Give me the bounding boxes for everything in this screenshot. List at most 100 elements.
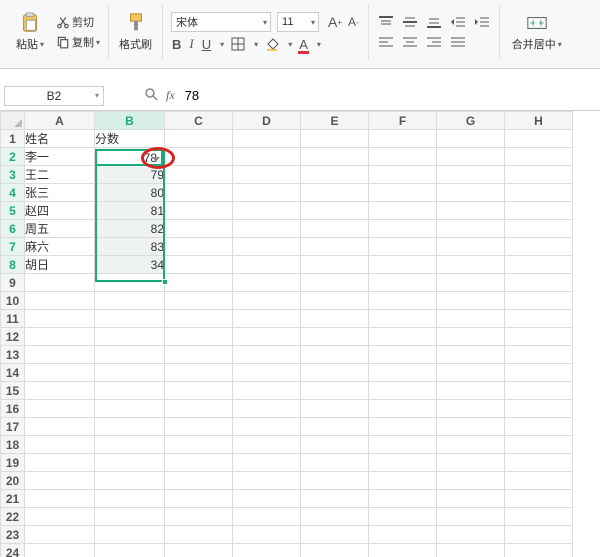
cell-H18[interactable]	[505, 436, 573, 454]
cell-E16[interactable]	[301, 400, 369, 418]
cell-C15[interactable]	[165, 382, 233, 400]
cell-E9[interactable]	[301, 274, 369, 292]
row-header-12[interactable]: 12	[1, 328, 25, 346]
cell-E1[interactable]	[301, 130, 369, 148]
cell-E8[interactable]	[301, 256, 369, 274]
row-header-4[interactable]: 4	[1, 184, 25, 202]
cell-G4[interactable]	[437, 184, 505, 202]
col-header-B[interactable]: B	[95, 112, 165, 130]
cell-E11[interactable]	[301, 310, 369, 328]
cell-A9[interactable]	[25, 274, 95, 292]
cell-A1[interactable]: 姓名	[25, 130, 95, 148]
format-painter-button[interactable]: 格式刷	[115, 10, 156, 54]
cell-H20[interactable]	[505, 472, 573, 490]
cell-E23[interactable]	[301, 526, 369, 544]
cell-H7[interactable]	[505, 238, 573, 256]
cell-E20[interactable]	[301, 472, 369, 490]
cell-H13[interactable]	[505, 346, 573, 364]
cell-E2[interactable]	[301, 148, 369, 166]
cell-E14[interactable]	[301, 364, 369, 382]
cell-C22[interactable]	[165, 508, 233, 526]
cell-F20[interactable]	[369, 472, 437, 490]
cell-E5[interactable]	[301, 202, 369, 220]
row-header-14[interactable]: 14	[1, 364, 25, 382]
cell-B12[interactable]	[95, 328, 165, 346]
font-size-select[interactable]: 11	[277, 12, 319, 32]
row-header-16[interactable]: 16	[1, 400, 25, 418]
cell-C9[interactable]	[165, 274, 233, 292]
cell-A23[interactable]	[25, 526, 95, 544]
align-left-button[interactable]	[377, 34, 395, 50]
cell-H14[interactable]	[505, 364, 573, 382]
cell-E13[interactable]	[301, 346, 369, 364]
cell-A7[interactable]: 麻六	[25, 238, 95, 256]
cell-H6[interactable]	[505, 220, 573, 238]
cell-B10[interactable]	[95, 292, 165, 310]
cell-F8[interactable]	[369, 256, 437, 274]
cell-G17[interactable]	[437, 418, 505, 436]
cell-A19[interactable]	[25, 454, 95, 472]
font-color-button[interactable]: A	[298, 37, 309, 52]
underline-button[interactable]: U	[201, 37, 212, 52]
cell-E21[interactable]	[301, 490, 369, 508]
cell-G9[interactable]	[437, 274, 505, 292]
cell-B23[interactable]	[95, 526, 165, 544]
cell-B18[interactable]	[95, 436, 165, 454]
cell-C11[interactable]	[165, 310, 233, 328]
cut-button[interactable]: 剪切	[54, 13, 102, 31]
cell-E4[interactable]	[301, 184, 369, 202]
cell-F15[interactable]	[369, 382, 437, 400]
cell-D10[interactable]	[233, 292, 301, 310]
cell-D4[interactable]	[233, 184, 301, 202]
cell-B15[interactable]	[95, 382, 165, 400]
cell-G10[interactable]	[437, 292, 505, 310]
cell-G7[interactable]	[437, 238, 505, 256]
cell-C23[interactable]	[165, 526, 233, 544]
cell-C14[interactable]	[165, 364, 233, 382]
cell-C5[interactable]	[165, 202, 233, 220]
cell-A11[interactable]	[25, 310, 95, 328]
cell-D22[interactable]	[233, 508, 301, 526]
cell-H2[interactable]	[505, 148, 573, 166]
cell-A24[interactable]	[25, 544, 95, 557]
cell-C20[interactable]	[165, 472, 233, 490]
cell-A12[interactable]	[25, 328, 95, 346]
font-name-select[interactable]: 宋体	[171, 12, 271, 32]
row-header-23[interactable]: 23	[1, 526, 25, 544]
cell-C3[interactable]	[165, 166, 233, 184]
cell-F1[interactable]	[369, 130, 437, 148]
cell-A13[interactable]	[25, 346, 95, 364]
dropdown-indicator[interactable]	[151, 153, 161, 163]
cell-B3[interactable]: 79	[95, 166, 165, 184]
cell-C16[interactable]	[165, 400, 233, 418]
cell-D12[interactable]	[233, 328, 301, 346]
cell-F24[interactable]	[369, 544, 437, 557]
fx-button[interactable]: fx	[166, 88, 175, 103]
cell-G2[interactable]	[437, 148, 505, 166]
cell-H9[interactable]	[505, 274, 573, 292]
cell-D14[interactable]	[233, 364, 301, 382]
cell-F16[interactable]	[369, 400, 437, 418]
cell-A10[interactable]	[25, 292, 95, 310]
row-header-10[interactable]: 10	[1, 292, 25, 310]
cell-G23[interactable]	[437, 526, 505, 544]
cell-B11[interactable]	[95, 310, 165, 328]
cell-G11[interactable]	[437, 310, 505, 328]
cell-D11[interactable]	[233, 310, 301, 328]
cell-C18[interactable]	[165, 436, 233, 454]
cell-G6[interactable]	[437, 220, 505, 238]
cell-F23[interactable]	[369, 526, 437, 544]
row-header-22[interactable]: 22	[1, 508, 25, 526]
cell-F22[interactable]	[369, 508, 437, 526]
cell-G13[interactable]	[437, 346, 505, 364]
cell-B8[interactable]: 34	[95, 256, 165, 274]
cell-G22[interactable]	[437, 508, 505, 526]
cell-H22[interactable]	[505, 508, 573, 526]
cell-D16[interactable]	[233, 400, 301, 418]
cell-D24[interactable]	[233, 544, 301, 557]
decrease-indent-button[interactable]	[449, 14, 467, 30]
cell-A17[interactable]	[25, 418, 95, 436]
name-box[interactable]: B2	[4, 86, 104, 106]
cell-B6[interactable]: 82	[95, 220, 165, 238]
cell-A15[interactable]	[25, 382, 95, 400]
